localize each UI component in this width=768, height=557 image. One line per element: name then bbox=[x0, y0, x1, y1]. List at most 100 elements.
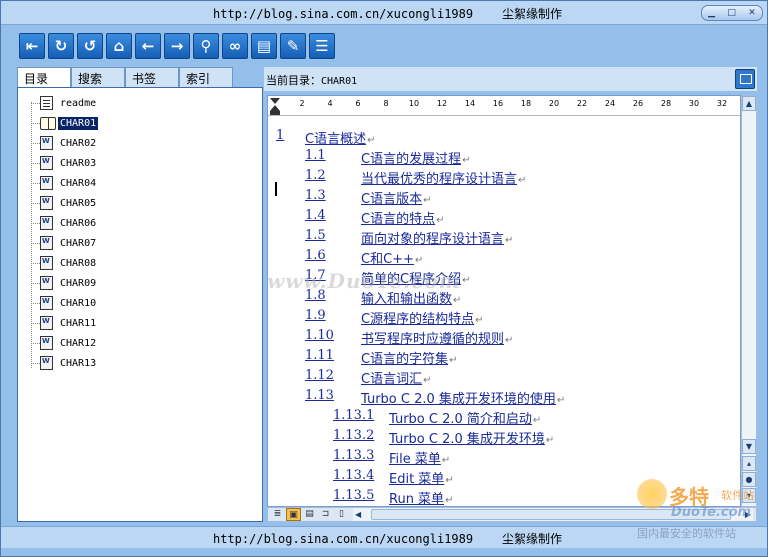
tree-item[interactable]: CHAR03 bbox=[31, 154, 98, 172]
normal-view-icon[interactable]: ≣ bbox=[270, 508, 285, 521]
tree-item[interactable]: CHAR04 bbox=[31, 174, 98, 192]
sync-toc-button[interactable]: ⇤ bbox=[19, 33, 45, 59]
toc-entry[interactable]: 1.13.3 File 菜单↵ bbox=[268, 448, 740, 467]
toc-entry[interactable]: 1.4 C语言的特点↵ bbox=[268, 208, 740, 227]
tree-item[interactable]: CHAR08 bbox=[31, 254, 98, 272]
display-mode-icon[interactable] bbox=[735, 69, 755, 89]
toc-entry-number[interactable]: 1.13.1 bbox=[333, 408, 374, 423]
toc-entry-number[interactable]: 1 bbox=[276, 128, 284, 143]
toc-entry-number[interactable]: 1.3 bbox=[305, 188, 326, 203]
toc-entry-number[interactable]: 1.2 bbox=[305, 168, 326, 183]
toc-entry-number[interactable]: 1.12 bbox=[305, 368, 334, 383]
tree-item[interactable]: CHAR10 bbox=[31, 294, 98, 312]
tab-index[interactable]: 索引 bbox=[179, 67, 233, 87]
print-layout-view-icon[interactable]: ▤ bbox=[302, 508, 317, 521]
title-bar[interactable]: http://blog.sina.com.cn/xucongli1989 尘絮缘… bbox=[1, 1, 767, 25]
web-layout-view-icon[interactable]: ▣ bbox=[286, 508, 301, 521]
home-button[interactable]: ⌂ bbox=[106, 33, 132, 59]
toc-entry[interactable]: 1.10 书写程序时应遵循的规则↵ bbox=[268, 328, 740, 347]
toc-entry-number[interactable]: 1.13.4 bbox=[333, 468, 374, 483]
document-button[interactable]: ▤ bbox=[251, 33, 277, 59]
link-button[interactable]: ∞ bbox=[222, 33, 248, 59]
toc-entry-title[interactable]: C语言版本↵ bbox=[361, 188, 431, 207]
tree-branch-line bbox=[31, 303, 40, 304]
toc-entry-title[interactable]: C语言的字符集↵ bbox=[361, 348, 457, 367]
maximize-button[interactable]: □ bbox=[727, 8, 736, 18]
reload-button[interactable]: ↺ bbox=[77, 33, 103, 59]
tree-item[interactable]: CHAR01 bbox=[31, 114, 99, 132]
toc-entry[interactable]: 1.9 C源程序的结构特点↵ bbox=[268, 308, 740, 327]
outline-view-icon[interactable]: ⊐ bbox=[318, 508, 333, 521]
toc-entry-title[interactable]: C语言概述↵ bbox=[305, 128, 375, 147]
toc-entry[interactable]: 1.12 C语言词汇↵ bbox=[268, 368, 740, 387]
notes-button[interactable]: ☰ bbox=[309, 33, 335, 59]
previous-page-button[interactable]: ▴ bbox=[742, 456, 756, 471]
tree-item[interactable]: CHAR12 bbox=[31, 334, 98, 352]
tree-item[interactable]: CHAR02 bbox=[31, 134, 98, 152]
edit-button[interactable]: ✎ bbox=[280, 33, 306, 59]
tree-item[interactable]: CHAR09 bbox=[31, 274, 98, 292]
tree-item[interactable]: readme bbox=[31, 94, 98, 112]
toc-entry[interactable]: 1.11 C语言的字符集↵ bbox=[268, 348, 740, 367]
tab-bookmarks[interactable]: 书签 bbox=[125, 67, 179, 87]
toc-entry[interactable]: 1.3 C语言版本↵ bbox=[268, 188, 740, 207]
toc-entry-title[interactable]: C和C++↵ bbox=[361, 248, 423, 267]
forward-button[interactable]: → bbox=[164, 33, 190, 59]
document-view[interactable]: 2 4 6 8 10 12 14 16 18 20 22 24 26 28 30 32 1 C语言概述↵ 1.1 C… bbox=[267, 95, 741, 507]
toc-entry-number[interactable]: 1.9 bbox=[305, 308, 326, 323]
toc-entry-number[interactable]: 1.6 bbox=[305, 248, 326, 263]
toc-entry-title[interactable]: Edit 菜单↵ bbox=[389, 468, 454, 487]
reading-view-icon[interactable]: ▯ bbox=[334, 508, 349, 521]
toc-entry-title[interactable]: C语言的特点↵ bbox=[361, 208, 444, 227]
toc-entry[interactable]: 1.13.2 Turbo C 2.0 集成开发环境↵ bbox=[268, 428, 740, 447]
toc-entry[interactable]: 1.13 Turbo C 2.0 集成开发环境的使用↵ bbox=[268, 388, 740, 407]
tab-search[interactable]: 搜索 bbox=[71, 67, 125, 87]
scroll-up-button[interactable]: ▲ bbox=[742, 96, 756, 111]
search-button[interactable]: ⚲ bbox=[193, 33, 219, 59]
scroll-left-button[interactable]: ◀ bbox=[355, 508, 361, 521]
ruler[interactable]: 2 4 6 8 10 12 14 16 18 20 22 24 26 28 30 32 bbox=[268, 96, 740, 116]
tab-toc[interactable]: 目录 bbox=[17, 67, 71, 88]
tree-item[interactable]: CHAR11 bbox=[31, 314, 98, 332]
toc-entry-title[interactable]: C源程序的结构特点↵ bbox=[361, 308, 483, 327]
vertical-scrollbar[interactable]: ▲ ▼ ▴ ● ▾ bbox=[741, 95, 757, 507]
toc-entry-title[interactable]: 书写程序时应遵循的规则↵ bbox=[361, 328, 513, 347]
first-line-indent-marker[interactable] bbox=[270, 98, 280, 104]
toc-entry-number[interactable]: 1.4 bbox=[305, 208, 326, 223]
refresh-button[interactable]: ↻ bbox=[48, 33, 74, 59]
close-button[interactable]: ✕ bbox=[748, 8, 756, 18]
toc-entry-title[interactable]: Run 菜单↵ bbox=[389, 488, 453, 507]
scroll-down-button[interactable]: ▼ bbox=[742, 439, 756, 454]
toc-entry-title[interactable]: 面向对象的程序设计语言↵ bbox=[361, 228, 513, 247]
toc-entry[interactable]: 1.13.1 Turbo C 2.0 简介和启动↵ bbox=[268, 408, 740, 427]
toc-entry[interactable]: 1.6 C和C++↵ bbox=[268, 248, 740, 267]
toc-entry-title[interactable]: 当代最优秀的程序设计语言↵ bbox=[361, 168, 526, 187]
toc-entry-number[interactable]: 1.1 bbox=[305, 148, 326, 163]
toc-entry[interactable]: 1 C语言概述↵ bbox=[268, 128, 740, 147]
toc-entry-number[interactable]: 1.13.3 bbox=[333, 448, 374, 463]
toc-entry-number[interactable]: 1.11 bbox=[305, 348, 334, 363]
toc-entry-title[interactable]: File 菜单↵ bbox=[389, 448, 450, 467]
toc-entry-number[interactable]: 1.13.5 bbox=[333, 488, 374, 503]
back-button[interactable]: ← bbox=[135, 33, 161, 59]
toc-entry-title[interactable]: Turbo C 2.0 简介和启动↵ bbox=[389, 408, 541, 427]
toc-entry-title[interactable]: Turbo C 2.0 集成开发环境↵ bbox=[389, 428, 554, 447]
toc-entry-title[interactable]: Turbo C 2.0 集成开发环境的使用↵ bbox=[361, 388, 565, 407]
toc-entry-number[interactable]: 1.13 bbox=[305, 388, 334, 403]
toc-entry-number[interactable]: 1.13.2 bbox=[333, 428, 374, 443]
toc-entry[interactable]: 1.2 当代最优秀的程序设计语言↵ bbox=[268, 168, 740, 187]
toc-entry-title[interactable]: C语言的发展过程↵ bbox=[361, 148, 470, 167]
left-margin-marker[interactable] bbox=[270, 111, 280, 115]
toc-entry-title[interactable]: C语言词汇↵ bbox=[361, 368, 431, 387]
toc-entry[interactable]: 1.5 面向对象的程序设计语言↵ bbox=[268, 228, 740, 247]
toc-entry-title-text: Run 菜单 bbox=[389, 492, 445, 507]
toc-entry[interactable]: 1.1 C语言的发展过程↵ bbox=[268, 148, 740, 167]
toc-tree[interactable]: readme CHAR01 CHAR02 CHAR03 CHAR04 CHAR05 CHAR… bbox=[17, 87, 263, 522]
tree-item[interactable]: CHAR07 bbox=[31, 234, 98, 252]
tree-item[interactable]: CHAR13 bbox=[31, 354, 98, 372]
tree-item[interactable]: CHAR05 bbox=[31, 194, 98, 212]
toc-entry-number[interactable]: 1.10 bbox=[305, 328, 334, 343]
minimize-button[interactable]: ▁ bbox=[708, 8, 715, 18]
tree-item[interactable]: CHAR06 bbox=[31, 214, 98, 232]
toc-entry-number[interactable]: 1.5 bbox=[305, 228, 326, 243]
